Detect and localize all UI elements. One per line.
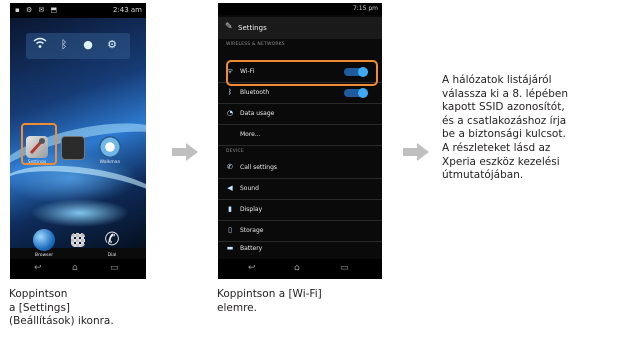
settings-item-call-settings[interactable]: ✆ Call settings [218, 158, 382, 179]
home-icon[interactable]: ⌂ [294, 263, 300, 273]
browser-app-label: Browser [34, 253, 54, 258]
settings-item-battery[interactable]: ▬ Battery [218, 239, 382, 260]
bluetooth-icon: ᛒ [227, 88, 233, 96]
nav-bar: ↩ ⌂ ▭ [10, 259, 146, 279]
recent-apps-icon[interactable]: ▭ [340, 263, 349, 273]
walkman-icon[interactable] [99, 136, 121, 158]
calendar-icon[interactable] [61, 136, 85, 160]
status-bar: 7:15 pm [218, 3, 382, 15]
arrow-right-icon [403, 143, 429, 161]
back-icon[interactable]: ↩ [34, 263, 42, 273]
settings-item-data-usage[interactable]: ◔ Data usage [218, 104, 382, 125]
walkman-app[interactable]: Walkman [96, 136, 124, 165]
settings-item-label: Storage [240, 227, 264, 234]
dial-app-label: Dial [107, 253, 117, 258]
browser-app[interactable]: Browser [30, 229, 58, 258]
settings-item-label: More... [240, 131, 261, 138]
settings-item-label: Battery [240, 245, 263, 252]
home-screen-phone: ▪ ⚙ ✉ ⬒ 2:43 am ᛒ ● ⚙ Settings Walkman B… [10, 3, 146, 279]
display-icon: ▮ [228, 205, 232, 213]
app-drawer[interactable] [64, 233, 92, 247]
step1-caption: Koppintson a [Settings] (Beállítások) ik… [9, 288, 114, 327]
page-title: Settings [238, 24, 267, 32]
settings-item-bluetooth[interactable]: ᛒ Bluetooth [218, 83, 382, 104]
status-time: 2:43 am [112, 6, 142, 14]
arrow-right-icon [172, 143, 198, 161]
settings-item-label: Bluetooth [240, 89, 270, 96]
wifi-highlight [226, 60, 378, 86]
dock: Browser ✆ Dial [10, 229, 146, 258]
settings-item-display[interactable]: ▮ Display [218, 200, 382, 221]
settings-item-label: Call settings [240, 164, 278, 171]
step3-instructions: A hálózatok listájáról válassza ki a 8. … [442, 74, 568, 182]
apps-grid-icon[interactable] [71, 233, 85, 247]
settings-item-more[interactable]: More... [218, 125, 382, 146]
recent-apps-icon[interactable]: ▭ [110, 263, 119, 273]
dial-app[interactable]: ✆ Dial [98, 229, 126, 258]
nav-bar: ↩ ⌂ ▭ [218, 259, 382, 279]
wrench-icon: ✎ [225, 22, 233, 32]
gps-icon[interactable]: ● [80, 37, 96, 53]
settings-title-bar: ✎ Settings [218, 17, 382, 39]
settings-item-label: Display [240, 206, 263, 213]
wifi-icon[interactable] [32, 37, 48, 53]
data-usage-icon: ◔ [226, 109, 234, 117]
step2-caption: Koppintson a [Wi-Fi] elemre. [217, 288, 322, 314]
phone-icon[interactable]: ✆ [101, 229, 123, 251]
settings-item-label: Data usage [240, 110, 275, 117]
sound-icon: ◀ [227, 184, 233, 192]
storage-icon: ▯ [228, 226, 232, 234]
settings-highlight [21, 123, 57, 165]
section-header-wireless: WIRELESS & NETWORKS [226, 42, 285, 47]
call-icon: ✆ [227, 163, 233, 171]
globe-icon[interactable] [33, 229, 55, 251]
status-bar: ▪ ⚙ ✉ ⬒ 2:43 am [10, 3, 146, 18]
back-icon[interactable]: ↩ [248, 263, 256, 273]
quick-settings-widget[interactable]: ᛒ ● ⚙ [26, 33, 130, 59]
section-header-device: DEVICE [226, 149, 244, 154]
home-icon[interactable]: ⌂ [72, 263, 78, 273]
settings-item-sound[interactable]: ◀ Sound [218, 179, 382, 200]
settings-item-label: Sound [240, 185, 259, 192]
settings-screen-phone: 7:15 pm ✎ Settings WIRELESS & NETWORKS ᯤ… [218, 3, 382, 279]
calendar-app[interactable] [59, 136, 87, 162]
battery-icon: ▬ [226, 244, 234, 252]
bluetooth-toggle[interactable] [344, 88, 368, 98]
settings-toggle-icon[interactable]: ⚙ [104, 37, 120, 53]
status-time: 7:15 pm [352, 5, 378, 12]
walkman-app-label: Walkman [99, 160, 121, 165]
bluetooth-icon[interactable]: ᛒ [56, 37, 72, 53]
status-icons-left: ▪ ⚙ ✉ ⬒ [15, 6, 60, 14]
